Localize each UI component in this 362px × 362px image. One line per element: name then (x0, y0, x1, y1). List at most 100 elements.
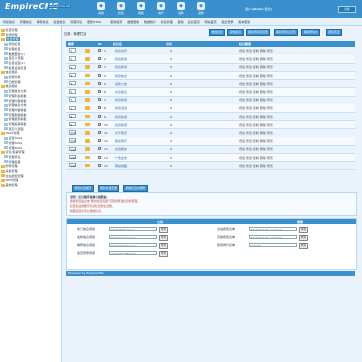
switch-button[interactable]: 切换 (338, 6, 356, 13)
logout-link[interactable]: [退出] (263, 7, 271, 11)
menu-item[interactable]: 更新缓存 (110, 20, 122, 24)
order-input[interactable]: 9 (69, 121, 76, 127)
category-name-link[interactable]: 综合活动 (115, 106, 127, 110)
header-nav-2[interactable]: ◆ 模板 (132, 2, 150, 15)
row-actions[interactable]: 增加 修改 复制 删除 预览 (239, 164, 273, 168)
folder-icon[interactable] (85, 98, 90, 102)
category-name-link[interactable]: 综合热点 (115, 74, 127, 78)
category-name-link[interactable]: 最新公告 (115, 82, 127, 86)
row-checkbox[interactable] (98, 73, 101, 77)
js-path-field[interactable]: d/js/js/hotnews.js (109, 226, 157, 231)
js-path-field[interactable]: d/js/js/goodnews.js (109, 242, 157, 247)
menu-item[interactable]: 其他 (178, 20, 184, 24)
menu-item[interactable]: 数据更新 (127, 20, 139, 24)
row-actions[interactable]: 增加 修改 复制 删除 预览 (239, 49, 273, 53)
menu-item[interactable]: 数据统计 (144, 20, 156, 24)
order-input[interactable]: 8 (69, 113, 76, 119)
order-input[interactable]: 100 (69, 162, 76, 168)
toolbar-button[interactable]: 刷新所有信息页 (273, 29, 299, 36)
js-path-field[interactable]: search/ (249, 242, 297, 247)
category-name-link[interactable]: 综合新闻 (115, 98, 127, 102)
menu-item[interactable]: 管理信息 (20, 20, 32, 24)
toolbar-button[interactable]: 复制栏目 (227, 29, 244, 36)
preview-button[interactable]: 预览 (159, 226, 169, 233)
folder-icon[interactable] (85, 114, 90, 119)
order-input[interactable]: 5 (69, 89, 76, 94)
header-nav-3[interactable]: ◆ 用户 (152, 2, 170, 15)
header-nav-0[interactable]: ◆ 系统 (92, 2, 110, 15)
row-checkbox[interactable] (98, 90, 101, 93)
row-checkbox[interactable] (98, 163, 101, 167)
menu-item[interactable]: 更新HTML (87, 20, 101, 24)
folder-icon[interactable] (85, 65, 90, 69)
row-checkbox[interactable] (98, 65, 101, 69)
category-name-link[interactable]: 网站地图 (115, 164, 127, 168)
order-input[interactable]: 100 (69, 146, 76, 152)
bottom-button[interactable]: 刷新栏目JS调用 (123, 185, 148, 192)
order-input[interactable]: 2 (69, 64, 76, 70)
row-actions[interactable]: 增加 修改 复制 删除 预览 (239, 131, 273, 135)
order-input[interactable]: 1 (69, 48, 76, 53)
row-actions[interactable]: 增加 修改 复制 删除 预览 (239, 115, 273, 119)
row-actions[interactable]: 增加 修改 复制 删除 预览 (239, 139, 273, 143)
row-actions[interactable]: 增加 修改 复制 删除 预览 (239, 147, 273, 151)
folder-icon[interactable] (85, 139, 90, 143)
menu-item[interactable]: 管理评论 (70, 20, 82, 24)
folder-icon[interactable] (85, 122, 90, 127)
row-checkbox[interactable] (98, 147, 101, 151)
row-checkbox[interactable] (98, 131, 101, 134)
row-checkbox[interactable] (98, 49, 101, 52)
menu-item[interactable]: 退出登录 (221, 20, 233, 24)
preview-button[interactable]: 预览 (159, 234, 169, 241)
preview-button[interactable]: 预览 (299, 242, 309, 249)
category-name-link[interactable]: 综合资讯 (115, 49, 127, 53)
header-nav-5[interactable]: ◆ 其他 (192, 2, 210, 15)
category-name-link[interactable]: 关于我们 (115, 131, 127, 135)
menu-item[interactable]: 签发信息 (53, 20, 65, 24)
sidebar-item[interactable]: 其他管理 (1, 183, 18, 188)
folder-icon[interactable] (85, 57, 90, 61)
category-name-link[interactable]: 关注焦点 (115, 90, 127, 94)
toolbar-button[interactable]: 刷新所有JS (301, 29, 320, 36)
folder-icon[interactable] (85, 81, 90, 86)
order-input[interactable]: 100 (69, 154, 76, 160)
category-name-link[interactable]: 广告业务 (115, 156, 127, 160)
preview-button[interactable]: 预览 (159, 250, 169, 257)
folder-icon[interactable] (85, 163, 90, 168)
toolbar-button[interactable]: 增加栏目 (209, 29, 226, 36)
row-checkbox[interactable] (98, 57, 101, 61)
category-name-link[interactable]: 综合新闻 (115, 123, 127, 127)
folder-icon[interactable] (85, 147, 90, 151)
row-actions[interactable]: 增加 修改 复制 删除 预览 (239, 106, 273, 110)
row-checkbox[interactable] (98, 155, 101, 159)
order-input[interactable]: 100 (69, 138, 76, 143)
js-path-field[interactable]: d/js/js/newnews.js (109, 234, 157, 239)
row-actions[interactable]: 增加 修改 复制 删除 预览 (239, 90, 273, 94)
row-actions[interactable]: 增加 修改 复制 删除 预览 (239, 98, 273, 102)
order-input[interactable]: 3 (69, 72, 76, 78)
category-name-link[interactable]: 综合新闻 (115, 65, 127, 69)
header-nav-4[interactable]: ◆ 插件 (172, 2, 190, 15)
order-input[interactable]: 4 (69, 80, 76, 86)
menu-item[interactable]: 版本更新 (238, 20, 250, 24)
folder-icon[interactable] (85, 49, 90, 53)
js-path-field[interactable]: d/js/js/search_news1.js (249, 226, 297, 231)
order-input[interactable]: 100 (69, 130, 76, 135)
row-actions[interactable]: 增加 修改 复制 删除 预览 (239, 123, 273, 127)
row-actions[interactable]: 增加 修改 复制 删除 预览 (239, 156, 273, 160)
bottom-button[interactable]: 修改栏目顺序 (72, 185, 94, 192)
js-path-field[interactable]: e/member/iframe/ (109, 250, 157, 255)
toolbar-button[interactable]: 刷新首页 (325, 29, 342, 36)
folder-icon[interactable] (85, 106, 90, 110)
category-name-link[interactable]: 综合新闻 (115, 57, 127, 61)
toolbar-button[interactable]: 刷新所有栏目页 (245, 29, 271, 36)
row-checkbox[interactable] (98, 114, 101, 118)
menu-item[interactable]: 审核信息 (37, 20, 49, 24)
order-input[interactable]: 7 (69, 105, 76, 111)
folder-icon[interactable] (85, 90, 90, 94)
folder-icon[interactable] (85, 73, 90, 78)
row-actions[interactable]: 增加 修改 复制 删除 预览 (239, 74, 273, 78)
category-name-link[interactable]: 联系我们 (115, 139, 127, 143)
preview-button[interactable]: 预览 (299, 226, 309, 233)
row-checkbox[interactable] (98, 81, 101, 85)
